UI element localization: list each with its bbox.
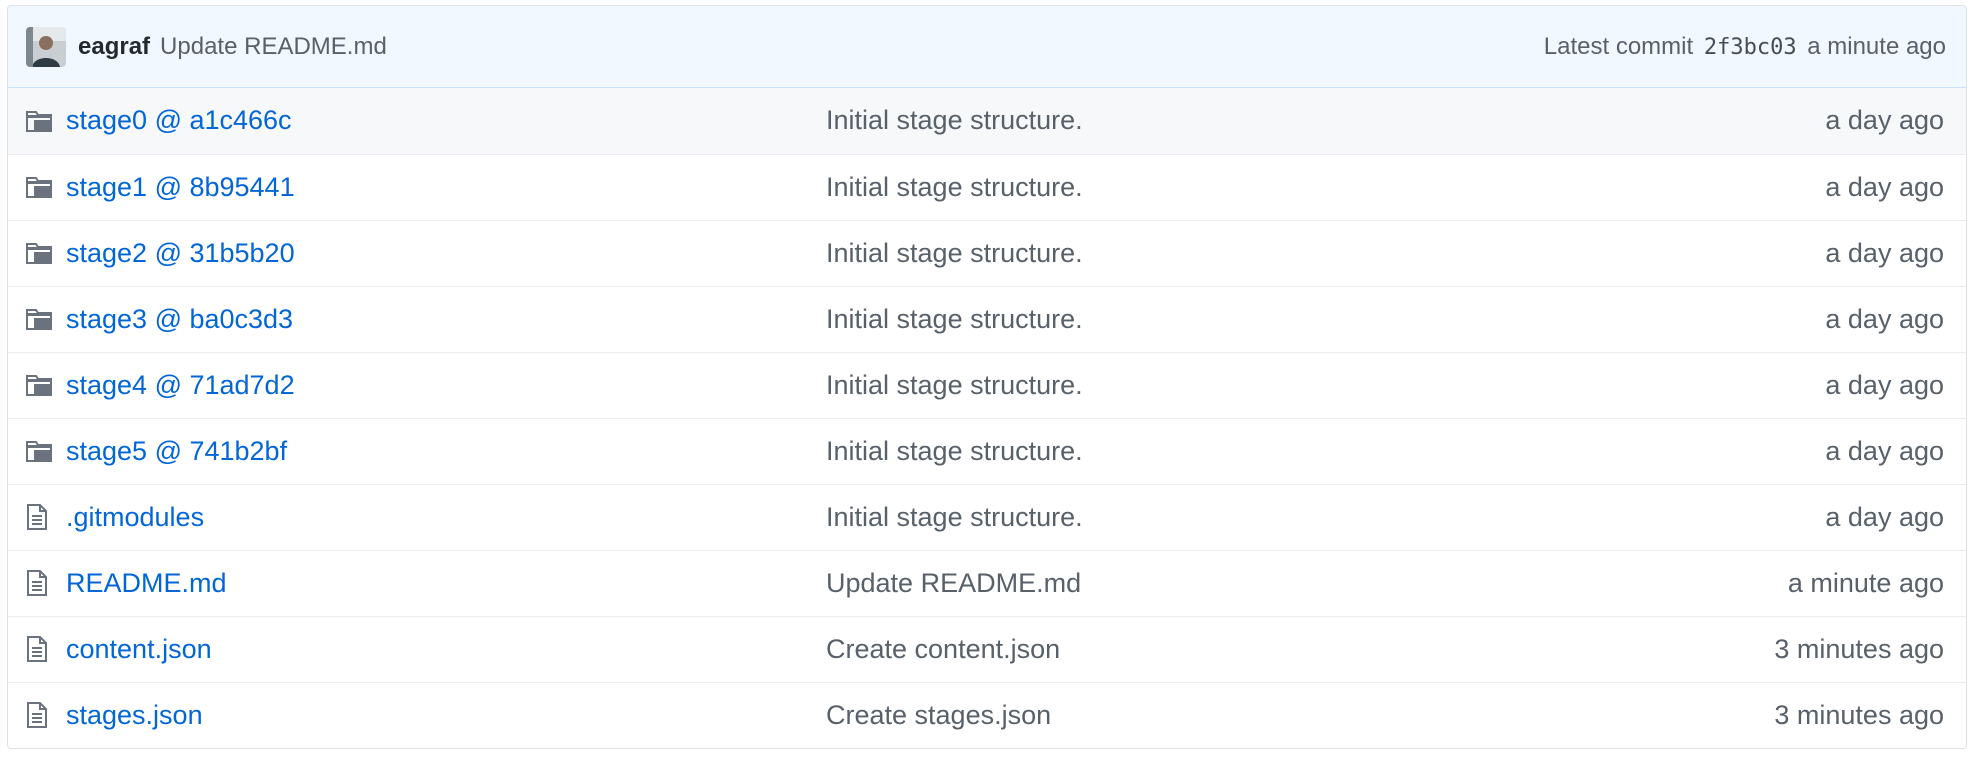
file-name-link[interactable]: content.json <box>66 634 212 664</box>
file-name-cell: stage0 @ a1c466c <box>66 88 826 154</box>
file-text-icon <box>8 549 66 616</box>
commit-message-link[interactable]: Initial stage structure. <box>826 219 1604 286</box>
commit-message-link[interactable]: Initial stage structure. <box>826 88 1604 154</box>
file-row[interactable]: stage5 @ 741b2bf Initial stage structure.… <box>8 417 1966 484</box>
file-name-cell: .gitmodules <box>66 483 826 550</box>
file-list: stage0 @ a1c466c Initial stage structure.… <box>8 88 1966 748</box>
file-name-link[interactable]: stage0 @ a1c466c <box>66 105 292 135</box>
commit-message-link[interactable]: Create stages.json <box>826 681 1604 748</box>
commit-message-link[interactable]: Initial stage structure. <box>826 417 1604 484</box>
file-row[interactable]: stage4 @ 71ad7d2 Initial stage structure.… <box>8 351 1966 418</box>
file-name-cell: stage4 @ 71ad7d2 <box>66 351 826 418</box>
commit-age: a day ago <box>1604 88 1966 154</box>
file-row[interactable]: stage3 @ ba0c3d3 Initial stage structure.… <box>8 285 1966 352</box>
commit-message-link[interactable]: Initial stage structure. <box>826 285 1604 352</box>
commit-message-link[interactable]: Create content.json <box>826 615 1604 682</box>
file-name-link[interactable]: README.md <box>66 568 227 598</box>
author-avatar[interactable] <box>26 26 66 67</box>
file-name-cell: stage5 @ 741b2bf <box>66 417 826 484</box>
file-name-link[interactable]: stages.json <box>66 700 203 730</box>
commit-message-link[interactable]: Initial stage structure. <box>826 153 1604 220</box>
commit-age: 3 minutes ago <box>1604 615 1966 682</box>
file-submodule-icon <box>8 219 66 286</box>
commit-sha[interactable]: 2f3bc03 <box>1704 35 1797 60</box>
file-name-link[interactable]: stage2 @ 31b5b20 <box>66 238 295 268</box>
file-name-cell: stage2 @ 31b5b20 <box>66 219 826 286</box>
latest-commit-label: Latest commit <box>1543 32 1694 60</box>
commit-age: 3 minutes ago <box>1604 681 1966 748</box>
file-name-cell: README.md <box>66 549 826 616</box>
file-submodule-icon <box>8 417 66 484</box>
file-submodule-icon <box>8 351 66 418</box>
file-row[interactable]: stage0 @ a1c466c Initial stage structure.… <box>8 88 1966 154</box>
file-row[interactable]: .gitmodules Initial stage structure. a day… <box>8 483 1966 550</box>
file-name-cell: content.json <box>66 615 826 682</box>
file-name-link[interactable]: stage3 @ ba0c3d3 <box>66 304 293 334</box>
commit-age: a minute ago <box>1807 32 1946 60</box>
commit-age: a day ago <box>1604 219 1966 286</box>
commit-message-link[interactable]: Initial stage structure. <box>826 483 1604 550</box>
commit-message-link[interactable]: Update README.md <box>826 549 1604 616</box>
file-text-icon <box>8 615 66 682</box>
file-name-cell: stage1 @ 8b95441 <box>66 153 826 220</box>
commit-message[interactable]: Update README.md <box>160 33 387 61</box>
commit-age: a day ago <box>1604 351 1966 418</box>
file-row[interactable]: stage1 @ 8b95441 Initial stage structure.… <box>8 153 1966 220</box>
file-name-cell: stage3 @ ba0c3d3 <box>66 285 826 352</box>
commit-age: a day ago <box>1604 153 1966 220</box>
commit-age: a day ago <box>1604 417 1966 484</box>
commit-age: a day ago <box>1604 483 1966 550</box>
file-row[interactable]: stage2 @ 31b5b20 Initial stage structure.… <box>8 219 1966 286</box>
latest-commit-bar: eagraf Update README.md Latest commit 2f… <box>8 6 1966 88</box>
commit-age: a minute ago <box>1604 549 1966 616</box>
file-text-icon <box>8 681 66 748</box>
file-name-cell: stages.json <box>66 681 826 748</box>
file-name-link[interactable]: stage4 @ 71ad7d2 <box>66 370 295 400</box>
latest-commit-info: Latest commit 2f3bc03 a minute ago <box>1544 33 1946 61</box>
file-submodule-icon <box>8 153 66 220</box>
commit-message-link[interactable]: Initial stage structure. <box>826 351 1604 418</box>
file-submodule-icon <box>8 88 66 154</box>
commit-age: a day ago <box>1604 285 1966 352</box>
file-name-link[interactable]: stage5 @ 741b2bf <box>66 436 287 466</box>
file-text-icon <box>8 483 66 550</box>
commit-author[interactable]: eagraf <box>78 33 150 61</box>
file-browser: eagraf Update README.md Latest commit 2f… <box>7 5 1967 749</box>
file-name-link[interactable]: .gitmodules <box>66 502 204 532</box>
file-submodule-icon <box>8 285 66 352</box>
file-name-link[interactable]: stage1 @ 8b95441 <box>66 172 295 202</box>
file-row[interactable]: stages.json Create stages.json 3 minutes a… <box>8 681 1966 748</box>
file-row[interactable]: README.md Update README.md a minute ago <box>8 549 1966 616</box>
file-row[interactable]: content.json Create content.json 3 minutes… <box>8 615 1966 682</box>
